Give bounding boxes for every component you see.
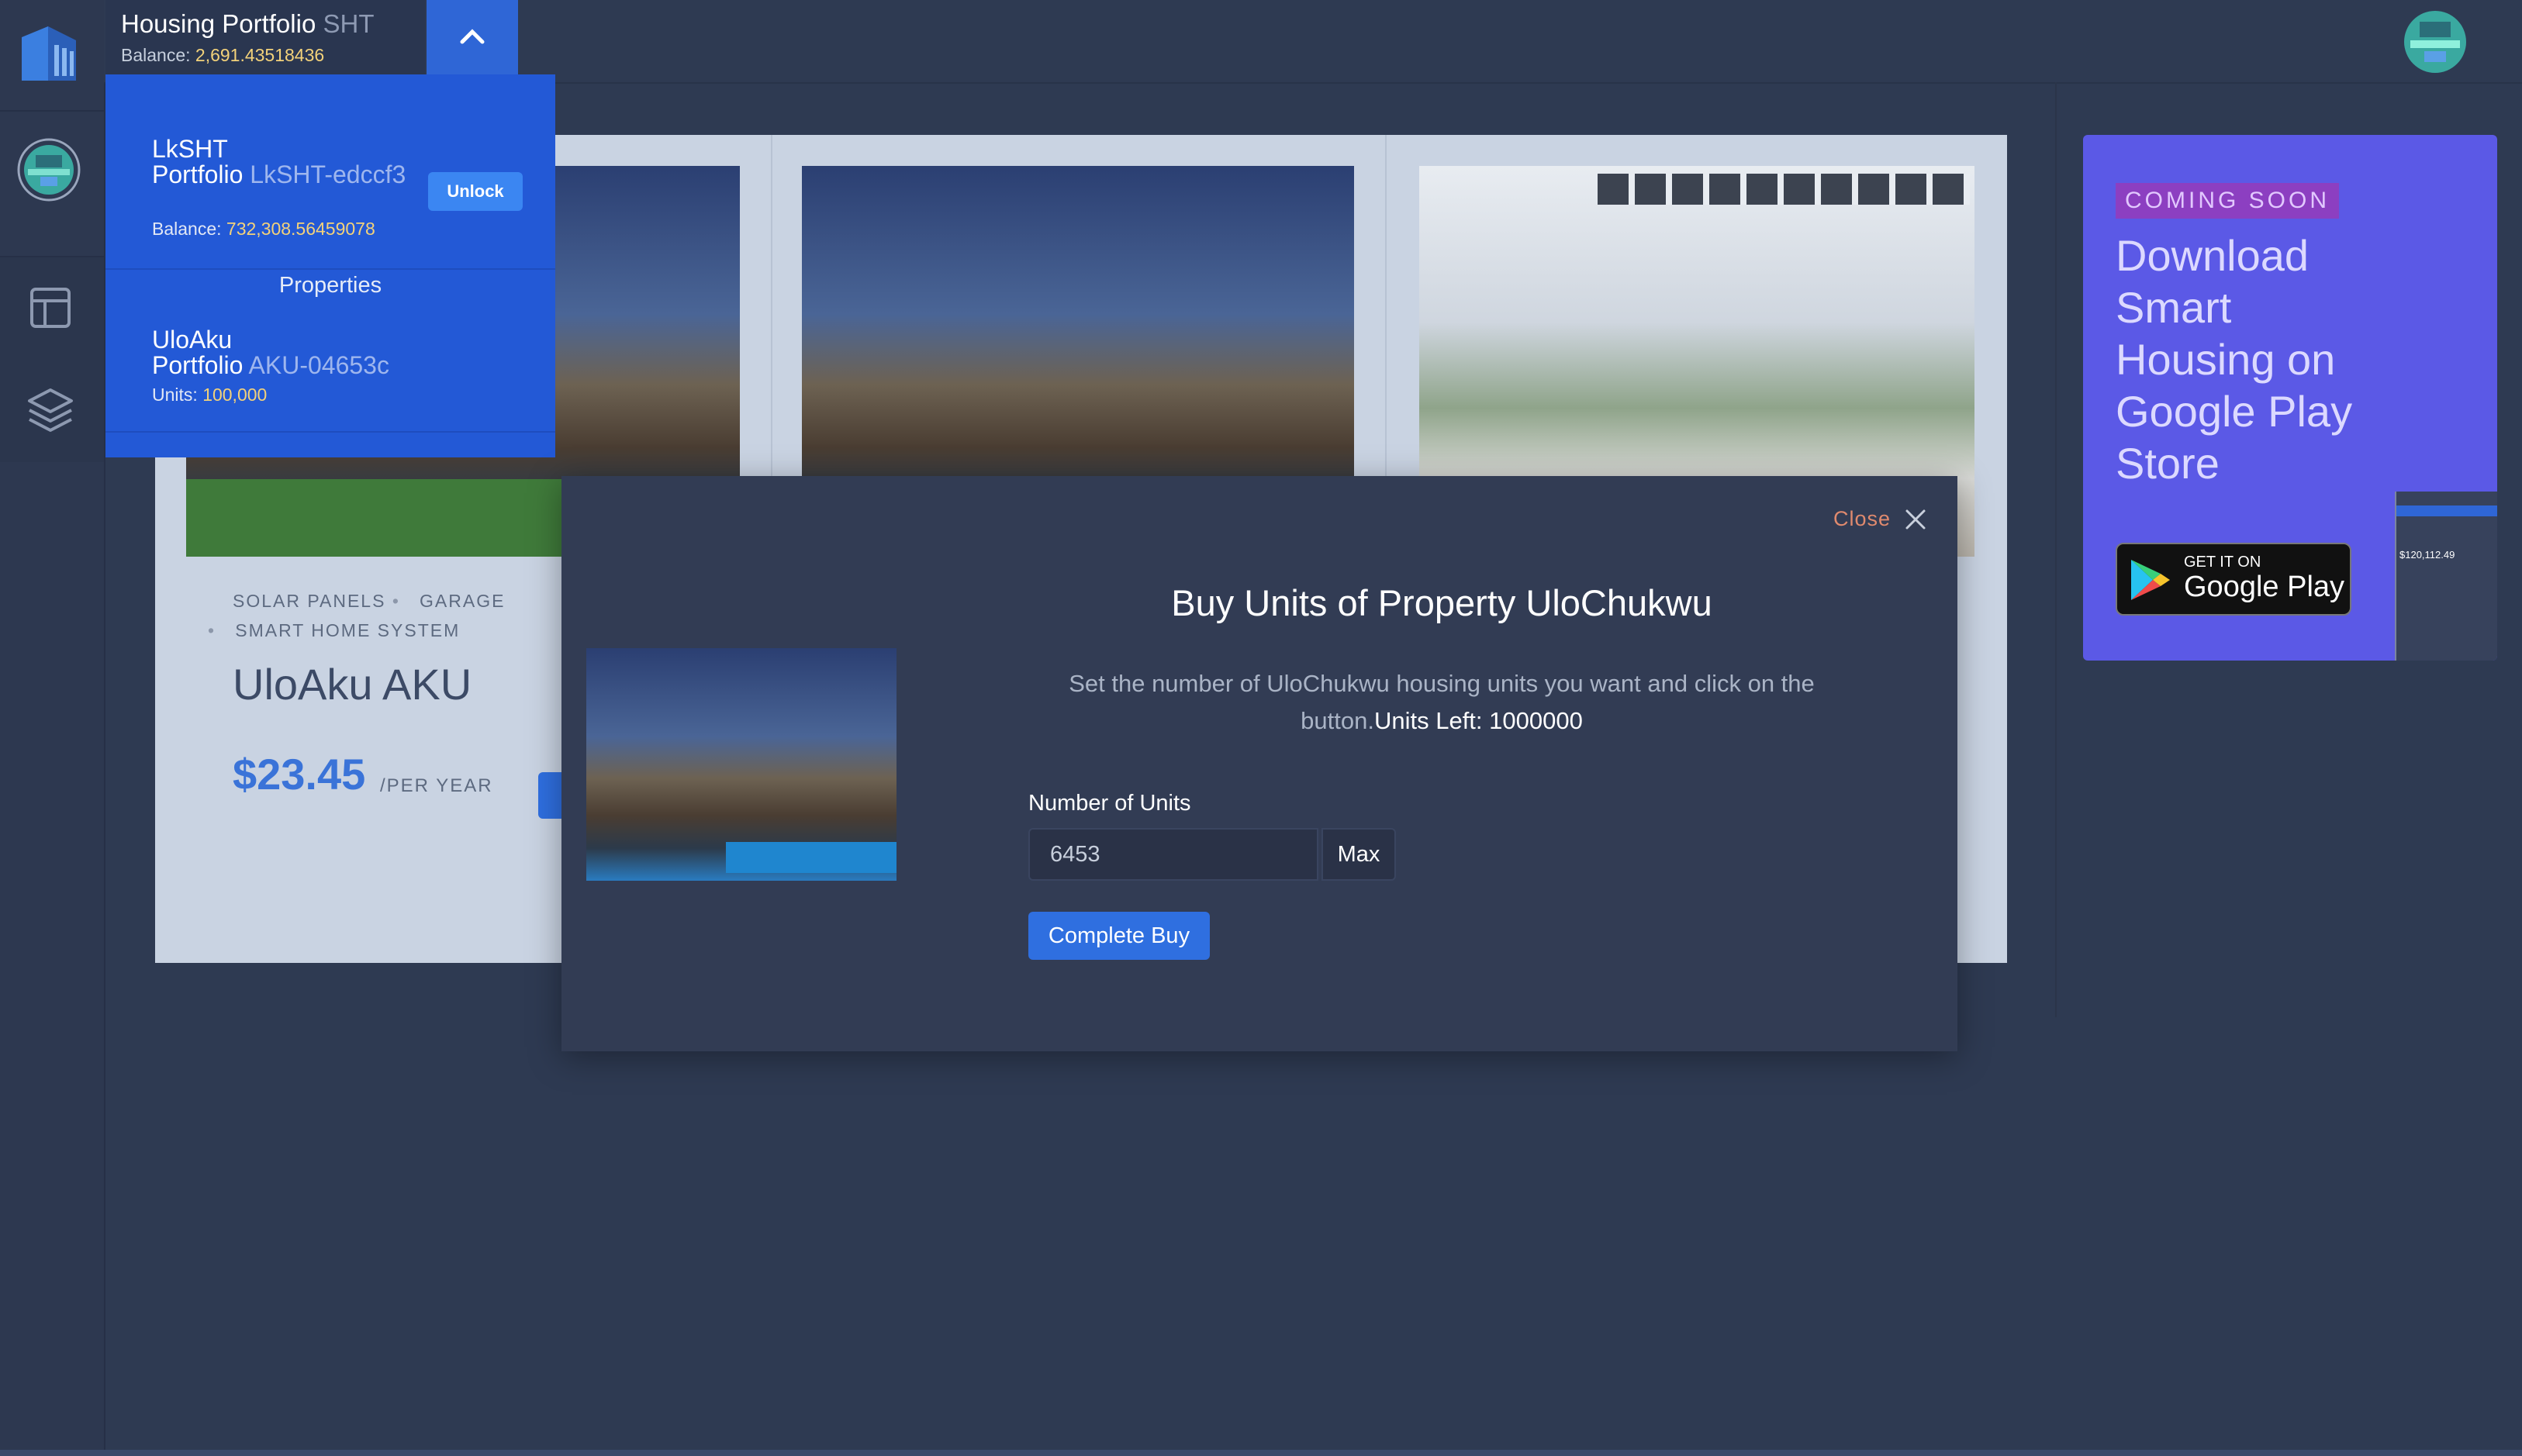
profile-avatar-icon[interactable] bbox=[2403, 9, 2468, 74]
feature-tags: SOLAR PANELS • GARAGE bbox=[233, 591, 506, 611]
app-preview: $120,112.49 bbox=[2395, 492, 2497, 661]
divider bbox=[105, 431, 555, 433]
property-title: UloAku AKU bbox=[233, 660, 472, 709]
avatar-icon[interactable] bbox=[17, 138, 81, 202]
feature-garage: GARAGE bbox=[420, 591, 506, 611]
modal-title: Buy Units of Property UloChukwu bbox=[1171, 582, 1712, 623]
divider bbox=[2055, 82, 2057, 1017]
layers-icon[interactable] bbox=[26, 386, 74, 434]
portfolio-option-lksht[interactable]: LkSHT Portfolio LkSHT-edccf3 bbox=[152, 136, 408, 188]
property-thumbnail bbox=[586, 648, 897, 881]
bottom-bar bbox=[0, 1450, 2522, 1456]
divider bbox=[1385, 135, 1387, 476]
feature-tags-2: • SMART HOME SYSTEM bbox=[208, 620, 461, 640]
uloaku-units: 100,000 bbox=[202, 385, 268, 405]
max-button[interactable]: Max bbox=[1321, 828, 1396, 881]
divider bbox=[105, 268, 555, 270]
layout-icon[interactable] bbox=[29, 287, 71, 329]
portfolio-option-uloaku[interactable]: UloAku Portfolio AKU-04653c bbox=[152, 327, 478, 378]
google-play-button[interactable]: GET IT ON Google Play bbox=[2116, 543, 2351, 616]
preview-amount: $120,112.49 bbox=[2399, 549, 2455, 561]
units-field-label: Number of Units bbox=[1028, 791, 1191, 816]
portfolio-code: SHT bbox=[323, 9, 375, 38]
ad-banner[interactable]: COMING SOON Download Smart Housing on Go… bbox=[2083, 135, 2497, 661]
units-input[interactable] bbox=[1028, 828, 1318, 881]
side-rail bbox=[0, 0, 105, 1456]
nav-block bbox=[0, 257, 104, 462]
chevron-up-icon bbox=[460, 29, 485, 44]
coming-soon-badge: COMING SOON bbox=[2116, 183, 2340, 219]
complete-buy-button[interactable]: Complete Buy bbox=[1028, 912, 1210, 960]
price-period: /PER YEAR bbox=[380, 775, 493, 796]
ad-headline: Download Smart Housing on Google Play St… bbox=[2116, 231, 2353, 488]
buy-units-modal: Close Buy Units of Property UloChukwu Se… bbox=[561, 476, 1957, 1051]
lksht-balance: 732,308.56459078 bbox=[226, 219, 375, 239]
units-left: Units Left: 1000000 bbox=[1373, 707, 1583, 734]
balance-value: 2,691.43518436 bbox=[195, 45, 325, 65]
divider bbox=[771, 135, 772, 476]
feature-solar: SOLAR PANELS bbox=[233, 591, 386, 611]
google-play-icon bbox=[2131, 560, 2170, 600]
close-label: Close bbox=[1833, 507, 1892, 530]
portfolio-selector[interactable]: Housing Portfolio SHT Balance: 2,691.435… bbox=[105, 0, 425, 74]
portfolio-name: Housing Portfolio bbox=[121, 9, 316, 38]
logo-block bbox=[0, 0, 104, 112]
close-button[interactable]: Close bbox=[1833, 507, 1926, 538]
unlock-button[interactable]: Unlock bbox=[428, 172, 523, 211]
property-price: $23.45 bbox=[233, 750, 366, 799]
modal-description: Set the number of UloChukwu housing unit… bbox=[1069, 670, 1815, 734]
properties-section-title: Properties bbox=[278, 273, 382, 298]
portfolio-toggle-button[interactable] bbox=[427, 0, 518, 74]
app-logo-icon[interactable] bbox=[17, 22, 81, 85]
portfolio-dropdown: LkSHT Portfolio LkSHT-edccf3 Balance: 73… bbox=[105, 74, 555, 457]
balance-label: Balance: bbox=[121, 45, 191, 65]
feature-smart-home: SMART HOME SYSTEM bbox=[235, 620, 461, 640]
user-block bbox=[0, 112, 104, 257]
close-icon bbox=[1905, 509, 1926, 529]
